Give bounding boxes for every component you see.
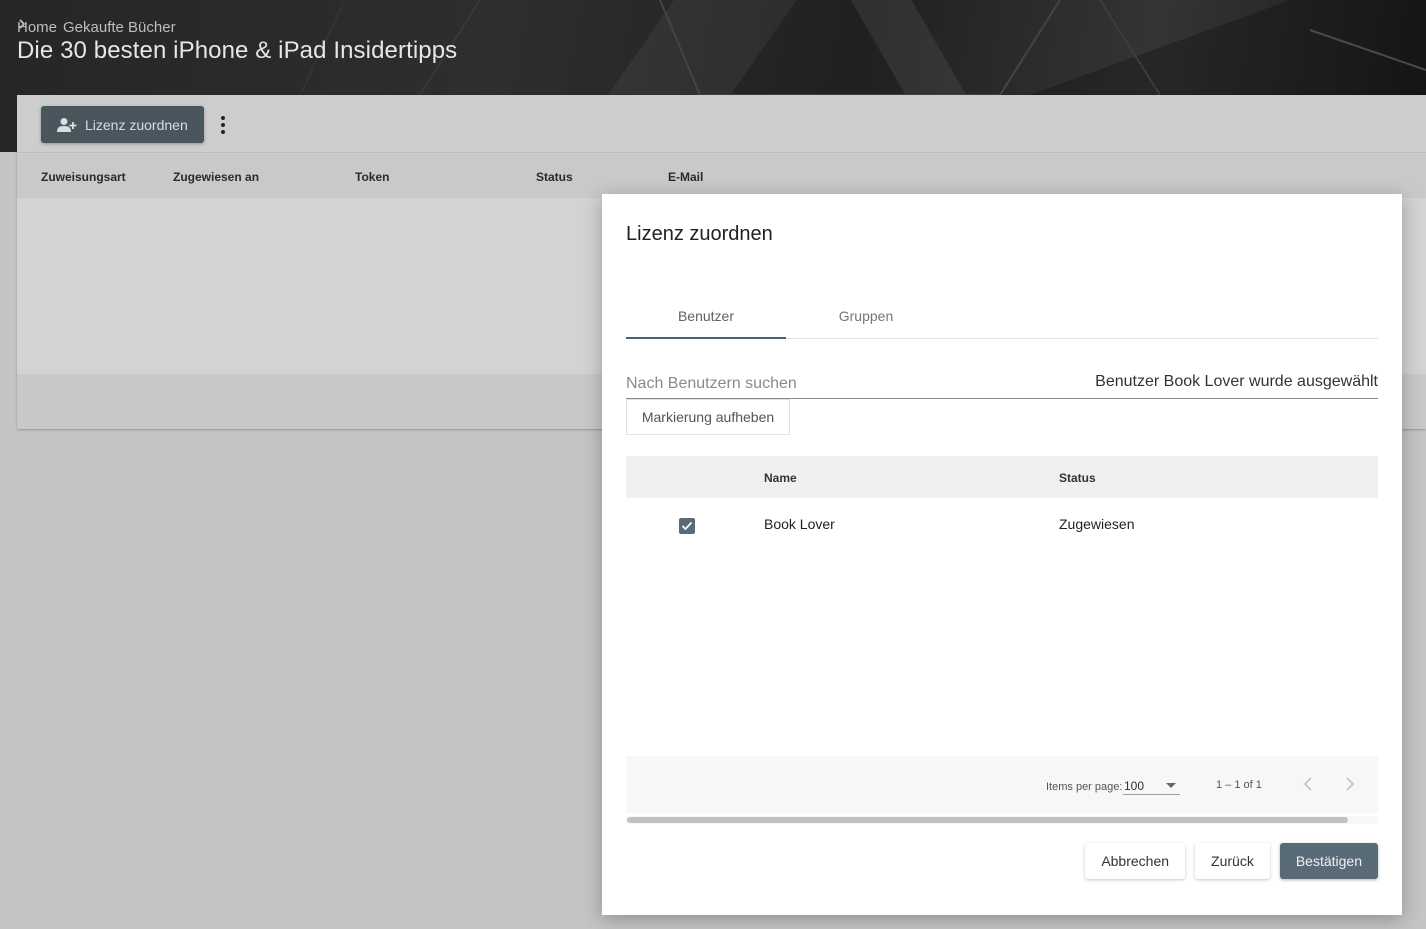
user-search-input[interactable] [626, 374, 1026, 394]
tab-groups[interactable]: Gruppen [786, 294, 946, 338]
user-search-row: Benutzer Book Lover wurde ausgewählt [626, 368, 1378, 399]
users-table: Name Status Book Lover Zugewiesen [626, 456, 1378, 548]
dialog-title: Lizenz zuordnen [626, 223, 773, 245]
paginator: Items per page: 100 1 – 1 of 1 [626, 756, 1378, 813]
breadcrumb: Home Gekaufte Bücher [17, 18, 176, 36]
chevron-right-icon [19, 19, 26, 29]
assign-license-button[interactable]: Lizenz zuordnen [41, 106, 204, 143]
column-status: Status [536, 170, 573, 184]
assignments-table-header: Zuweisungsart Zugewiesen an Token Status… [17, 154, 1426, 198]
column-assigned-to: Zugewiesen an [173, 170, 260, 184]
cancel-button[interactable]: Abbrechen [1085, 843, 1186, 879]
column-status: Status [1059, 471, 1096, 485]
toolbar: Lizenz zuordnen [17, 95, 1426, 153]
assign-license-label: Lizenz zuordnen [85, 116, 188, 133]
row-checkbox[interactable] [679, 518, 695, 534]
page-range-label: 1 – 1 of 1 [1216, 779, 1262, 791]
scrollbar-thumb[interactable] [627, 817, 1348, 823]
items-per-page-select[interactable]: 100 [1123, 777, 1180, 795]
column-token: Token [355, 170, 390, 184]
tab-users[interactable]: Benutzer [626, 294, 786, 339]
column-assignment-type: Zuweisungsart [41, 170, 126, 184]
horizontal-scrollbar[interactable] [626, 816, 1378, 824]
more-options-icon[interactable] [213, 113, 233, 137]
column-name: Name [764, 471, 797, 485]
table-row[interactable]: Book Lover Zugewiesen [626, 498, 1378, 548]
items-per-page-label: Items per page: [1046, 781, 1123, 793]
user-name: Book Lover [764, 516, 835, 532]
assign-license-dialog: Lizenz zuordnen Benutzer Gruppen Benutze… [602, 194, 1402, 915]
selection-info: Benutzer Book Lover wurde ausgewählt [1095, 373, 1378, 390]
add-user-icon [57, 117, 77, 132]
user-status: Zugewiesen [1059, 516, 1135, 532]
users-table-header: Name Status [626, 456, 1378, 498]
dialog-actions: Abbrechen Zurück Bestätigen [1085, 843, 1378, 879]
checkmark-icon [681, 521, 693, 531]
clear-selection-button[interactable]: Markierung aufheben [626, 399, 790, 435]
page-title: Die 30 besten iPhone & iPad Insidertipps [17, 37, 458, 64]
items-per-page-value: 100 [1124, 779, 1145, 793]
dropdown-arrow-icon [1166, 783, 1176, 788]
next-page-icon[interactable] [1339, 774, 1359, 794]
column-email: E-Mail [668, 170, 704, 184]
confirm-button[interactable]: Bestätigen [1279, 843, 1378, 879]
dialog-tabs: Benutzer Gruppen [626, 294, 1378, 339]
previous-page-icon[interactable] [1299, 774, 1319, 794]
breadcrumb-category[interactable]: Gekaufte Bücher [63, 19, 176, 36]
back-button[interactable]: Zurück [1195, 843, 1270, 879]
